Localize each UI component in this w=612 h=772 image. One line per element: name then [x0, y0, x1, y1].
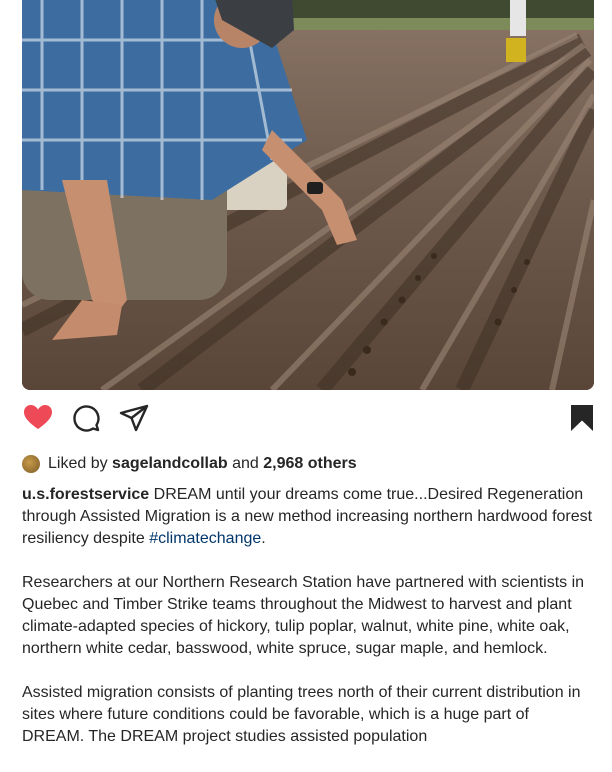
post-action-bar [22, 402, 594, 442]
bookmark-filled-icon [571, 405, 593, 431]
likes-joiner: and [232, 455, 259, 472]
caption-paragraph-1: u.s.forestservice DREAM until your dream… [22, 484, 594, 550]
instagram-post: Liked by sagelandcollab and 2,968 others… [0, 0, 612, 772]
share-icon [119, 404, 149, 432]
field-planting-illustration [22, 0, 594, 390]
caption-paragraph-3: Assisted migration consists of planting … [22, 684, 581, 745]
likes-prefix: Liked by [48, 455, 108, 472]
caption-period: . [261, 530, 266, 547]
hashtag-link[interactable]: #climatechange [149, 530, 261, 547]
post-caption: u.s.forestservice DREAM until your dream… [22, 484, 594, 770]
like-button[interactable] [22, 402, 54, 434]
save-button[interactable] [566, 402, 598, 434]
caption-username[interactable]: u.s.forestservice [22, 486, 149, 503]
post-photo[interactable] [22, 0, 594, 390]
liker-avatar[interactable] [22, 455, 40, 473]
liker-username[interactable]: sagelandcollab [112, 452, 228, 476]
caption-paragraph-2: Researchers at our Northern Research Sta… [22, 574, 585, 657]
comment-icon [73, 405, 100, 432]
likes-others-count[interactable]: 2,968 others [263, 452, 356, 476]
heart-filled-icon [24, 405, 52, 429]
likes-summary: Liked by sagelandcollab and 2,968 others [22, 452, 594, 476]
share-button[interactable] [118, 402, 150, 434]
comment-button[interactable] [70, 402, 102, 434]
